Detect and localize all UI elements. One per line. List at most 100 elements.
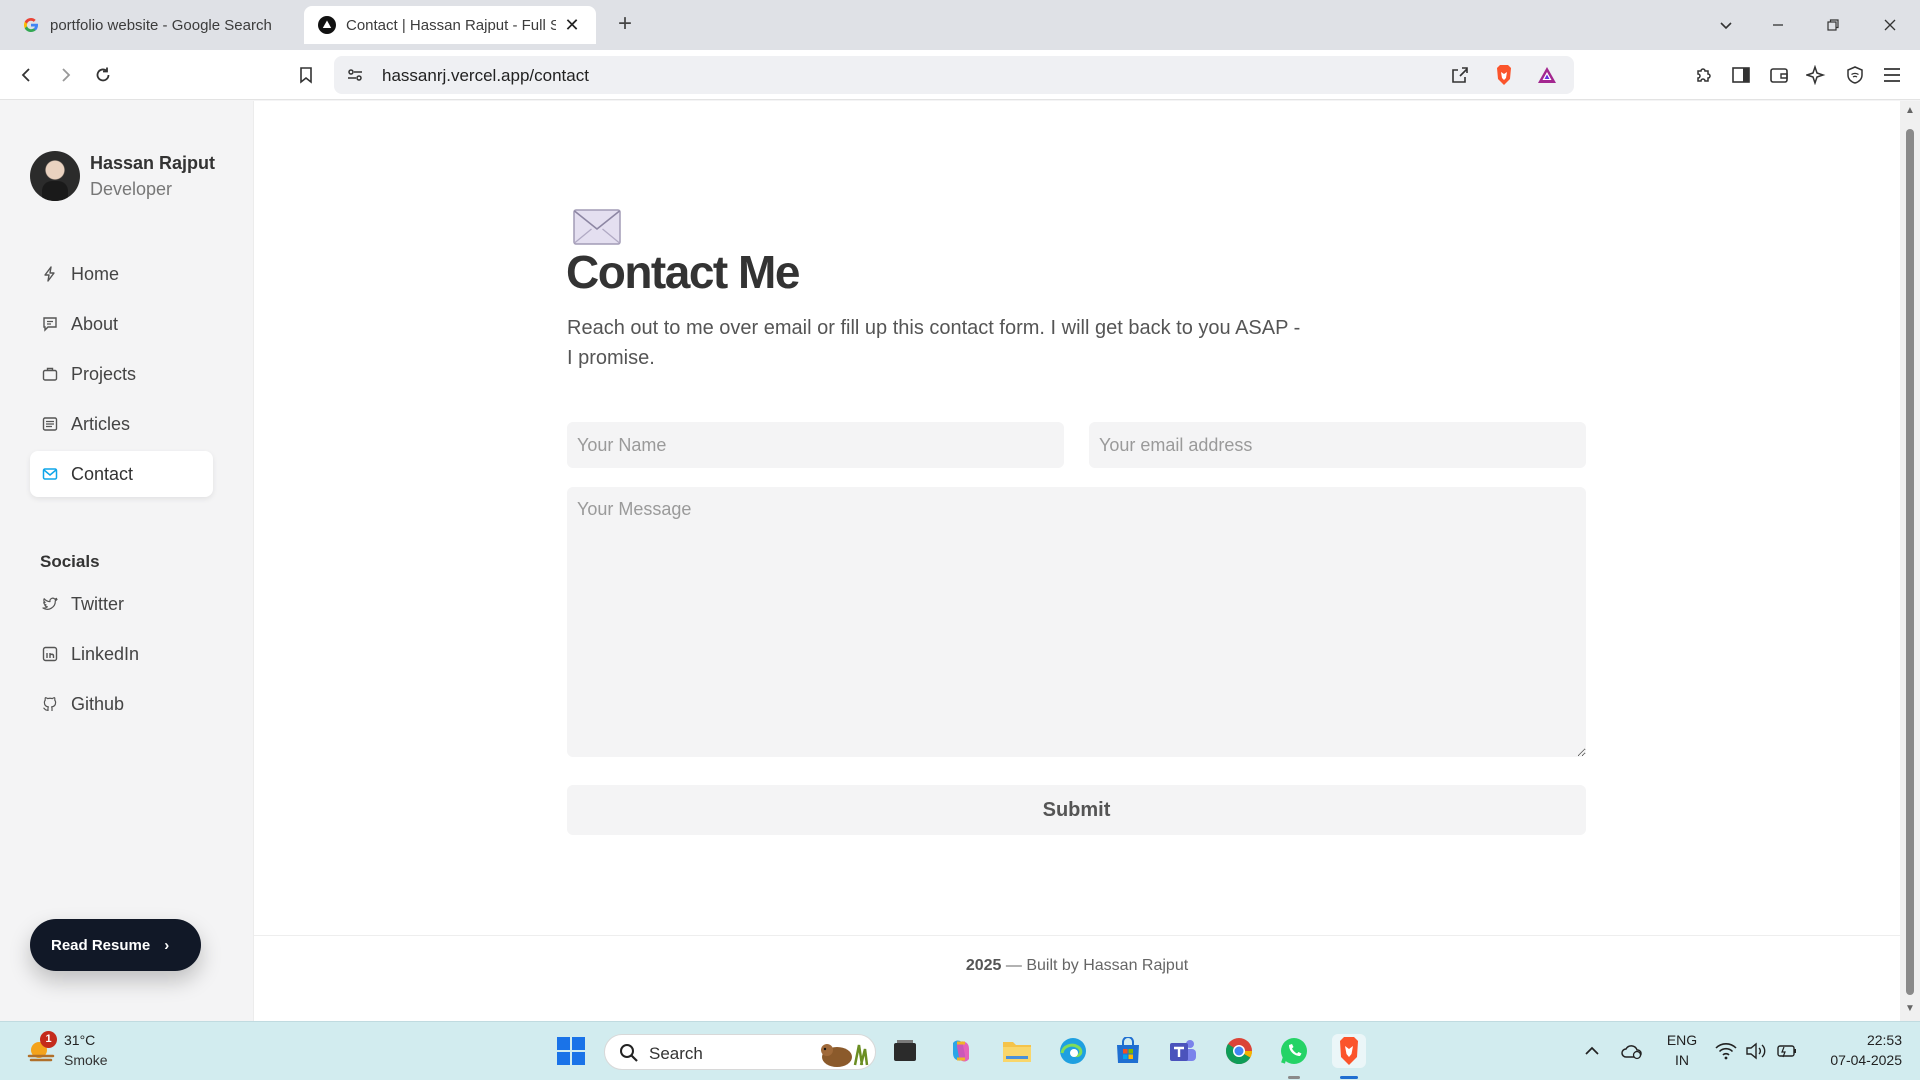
brave-shields-icon[interactable] [1494, 64, 1514, 91]
extensions-icon[interactable] [1689, 60, 1719, 90]
avatar [30, 151, 80, 201]
forward-arrow-icon[interactable] [50, 60, 80, 90]
sidebar-item-label: Home [71, 263, 120, 284]
weather-temperature[interactable]: 31°C [64, 1032, 95, 1048]
wifi-icon[interactable] [1709, 1034, 1743, 1068]
github-icon [42, 696, 58, 712]
tab-google-search[interactable]: portfolio website - Google Search [8, 6, 298, 44]
show-hidden-icons-chevron-icon[interactable] [1575, 1034, 1609, 1068]
tab-title: portfolio website - Google Search [50, 16, 272, 34]
social-item-linkedin[interactable]: LinkedIn [30, 631, 213, 677]
site-settings-icon[interactable] [346, 66, 364, 89]
social-item-label: Twitter [71, 593, 125, 614]
tab-contact-page[interactable]: Contact | Hassan Rajput - Full S ✕ [304, 6, 596, 44]
onedrive-sync-icon[interactable] [1615, 1034, 1649, 1068]
microsoft-store-icon[interactable] [1111, 1034, 1145, 1068]
chrome-icon[interactable] [1222, 1034, 1256, 1068]
google-icon [22, 16, 40, 34]
social-item-label: LinkedIn [71, 643, 140, 664]
back-arrow-icon[interactable] [12, 60, 42, 90]
read-resume-button[interactable]: Read Resume › [30, 919, 201, 971]
restore-icon[interactable] [1815, 8, 1851, 42]
url-text: hassanrj.vercel.app/contact [382, 66, 589, 85]
share-icon[interactable] [1450, 65, 1470, 90]
close-window-icon[interactable] [1872, 8, 1908, 42]
linkedin-icon [42, 646, 58, 662]
taskbar-search[interactable]: Search [604, 1034, 876, 1070]
socials-heading: Socials [40, 552, 100, 571]
social-item-github[interactable]: Github [30, 681, 213, 727]
search-icon [619, 1043, 639, 1068]
submit-button[interactable]: Submit [567, 785, 1586, 835]
search-label: Search [649, 1044, 703, 1063]
file-explorer-icon[interactable] [1000, 1034, 1034, 1068]
sidebar-item-projects[interactable]: Projects [30, 351, 213, 397]
bolt-icon [42, 266, 58, 282]
brave-rewards-icon[interactable] [1536, 65, 1558, 90]
scroll-up-icon[interactable]: ▲ [1904, 105, 1916, 117]
footer: 2025 — Built by Hassan Rajput [254, 957, 1900, 975]
mail-icon [42, 466, 58, 482]
message-icon [42, 316, 58, 332]
clock-date[interactable]: 07-04-2025 [1802, 1052, 1902, 1068]
scrollbar[interactable]: ▲ ▼ [1900, 101, 1920, 1021]
main-content: Contact Me Reach out to me over email or… [254, 101, 1900, 1021]
task-view-icon[interactable] [888, 1034, 922, 1068]
sidebar-item-label: Articles [71, 413, 131, 434]
windows-taskbar: 1 31°C Smoke Search ENG IN 22:53 07-04-2… [0, 1021, 1920, 1080]
footer-divider [254, 935, 1900, 936]
tab-search-chevron-icon[interactable] [1708, 8, 1744, 42]
leo-ai-icon[interactable] [1801, 60, 1831, 90]
windows-start-icon[interactable] [554, 1034, 588, 1068]
footer-year: 2025 [965, 957, 1002, 974]
tab-title: Contact | Hassan Rajput - Full S [346, 16, 556, 34]
profile-role: Developer [90, 179, 173, 199]
app-running-indicator [1288, 1076, 1300, 1079]
battery-icon[interactable] [1769, 1034, 1803, 1068]
page-title: Contact Me [566, 246, 800, 298]
sidebar-toggle-icon[interactable] [1726, 60, 1756, 90]
minimize-icon[interactable] [1760, 8, 1796, 42]
whatsapp-icon[interactable] [1277, 1034, 1311, 1068]
scroll-thumb[interactable] [1906, 129, 1914, 995]
teams-icon[interactable] [1166, 1034, 1200, 1068]
sidebar-item-label: Projects [71, 363, 137, 384]
envelope-icon [573, 209, 621, 245]
weather-condition[interactable]: Smoke [64, 1052, 108, 1068]
browser-tab-strip: portfolio website - Google Search Contac… [0, 0, 1920, 50]
edge-browser-icon[interactable] [1056, 1034, 1090, 1068]
brave-browser-icon[interactable] [1332, 1034, 1366, 1068]
sidebar-item-contact[interactable]: Contact [30, 451, 213, 497]
vercel-triangle-icon [318, 16, 336, 34]
bookmark-icon[interactable] [291, 60, 321, 90]
sidebar-item-home[interactable]: Home [30, 251, 213, 297]
name-field[interactable] [567, 422, 1064, 468]
twitter-icon [42, 596, 58, 612]
volume-icon[interactable] [1739, 1034, 1773, 1068]
footer-text: — Built by Hassan Rajput [1001, 957, 1189, 974]
language-region[interactable]: IN [1664, 1052, 1700, 1068]
read-resume-label: Read Resume [51, 936, 151, 954]
scroll-down-icon[interactable]: ▼ [1904, 1003, 1916, 1015]
profile-name: Hassan Rajput [90, 153, 216, 173]
sidebar-item-articles[interactable]: Articles [30, 401, 213, 447]
clock-time[interactable]: 22:53 [1812, 1032, 1902, 1048]
message-field[interactable] [567, 487, 1586, 757]
sidebar-item-about[interactable]: About [30, 301, 213, 347]
article-icon [42, 416, 58, 432]
vpn-shield-icon[interactable] [1840, 60, 1870, 90]
new-tab-button[interactable]: + [610, 10, 640, 40]
briefcase-icon [42, 366, 58, 382]
sidebar-item-label: About [71, 313, 119, 334]
social-item-label: Github [71, 693, 125, 714]
page-description: Reach out to me over email or fill up th… [567, 317, 1301, 369]
language-indicator[interactable]: ENG [1664, 1032, 1700, 1048]
close-tab-icon[interactable]: ✕ [562, 15, 582, 36]
menu-hamburger-icon[interactable] [1877, 60, 1907, 90]
address-bar[interactable]: hassanrj.vercel.app/contact [334, 56, 1574, 94]
wallet-icon[interactable] [1764, 60, 1794, 90]
copilot-icon[interactable] [944, 1034, 978, 1068]
reload-icon[interactable] [88, 60, 118, 90]
email-field[interactable] [1089, 422, 1586, 468]
social-item-twitter[interactable]: Twitter [30, 581, 213, 627]
